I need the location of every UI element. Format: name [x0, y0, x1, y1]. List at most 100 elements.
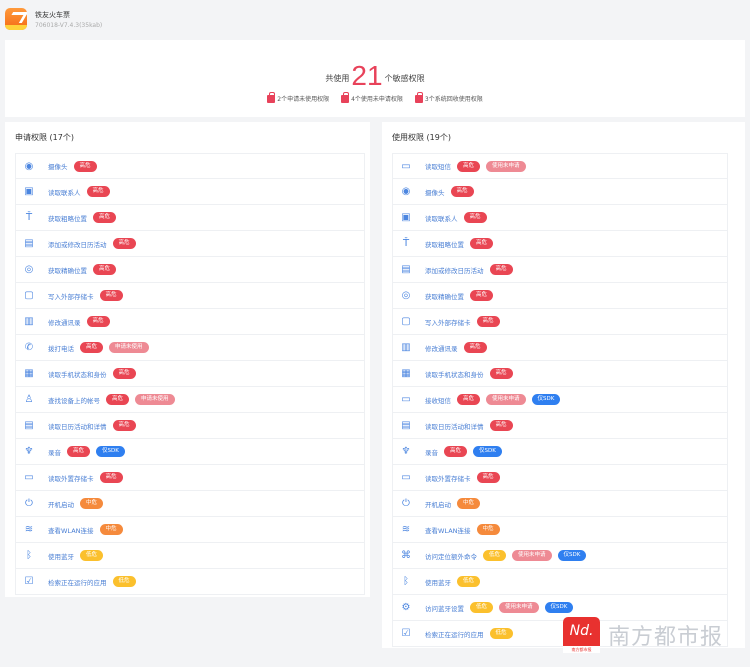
permission-row[interactable]: ⏻ 开机启动 中危 [392, 491, 728, 517]
permission-row[interactable]: ᛒ 使用蓝牙 低危 [15, 543, 365, 569]
permission-row[interactable]: ▤ 添加或修改日历活动 高危 [15, 231, 365, 257]
permission-row[interactable]: ▦ 读取手机状态和身份 高危 [392, 361, 728, 387]
lock-icon [267, 92, 276, 103]
contacts-icon: ▣ [401, 212, 411, 223]
permission-label: 检索正在运行的应用 [425, 630, 484, 639]
permission-label: 使用蓝牙 [425, 578, 451, 587]
storage-icon: ▭ [24, 472, 34, 483]
badge-high: 高危 [112, 238, 136, 249]
summary-card: 共使用21 个敏感权限 2个申请未使用权限 4个使用未申请权限 3个系统回收使用权… [5, 40, 745, 117]
permission-row[interactable]: ≋ 查看WLAN连接 中危 [392, 517, 728, 543]
badge-mid: 中危 [80, 498, 104, 509]
badge-high: 高危 [67, 446, 91, 457]
permission-row[interactable]: ◉ 摄像头 高危 [15, 153, 365, 179]
badge-pink: 申请未使用 [135, 394, 175, 405]
badge-high: 高危 [99, 290, 123, 301]
badge-high: 高危 [489, 264, 513, 275]
wifi-icon: ≋ [401, 524, 411, 535]
permission-row[interactable]: ▢ 写入外部存储卡 高危 [15, 283, 365, 309]
permission-row[interactable]: ▥ 修改通讯录 高危 [15, 309, 365, 335]
permission-label: 读取日历活动和详情 [48, 422, 107, 431]
badge-low: 低危 [489, 628, 513, 639]
task-icon: ☑ [401, 628, 411, 639]
permission-label: 查看WLAN连接 [425, 526, 471, 535]
permission-row[interactable]: ✆ 拨打电话 高危 申请未使用 [15, 335, 365, 361]
permission-label: 查找设备上的帐号 [48, 396, 100, 405]
badge-high: 高危 [112, 420, 136, 431]
permission-row[interactable]: ≋ 查看WLAN连接 中危 [15, 517, 365, 543]
storage-write-icon: ▢ [24, 290, 34, 301]
permission-row[interactable]: ▤ 读取日历活动和详情 高危 [392, 413, 728, 439]
permission-row[interactable]: ◉ 摄像头 高危 [392, 179, 728, 205]
permission-label: 访问蓝牙设置 [425, 604, 464, 613]
permission-row[interactable]: ▭ 接收短信 高危 使用未申请 仅SDK [392, 387, 728, 413]
permission-label: 录音 [48, 448, 61, 457]
lock-icon [341, 92, 350, 103]
permission-row[interactable]: ▭ 读取外置存储卡 高危 [15, 465, 365, 491]
permission-row[interactable]: Ť 获取粗略位置 高危 [392, 231, 728, 257]
lock-icon [414, 92, 423, 103]
panel-title: 使用权限 (19个) [392, 133, 451, 142]
permission-label: 写入外部存储卡 [48, 292, 94, 301]
permission-row[interactable]: ♆ 录音 高危 仅SDK [15, 439, 365, 465]
wifi-icon: ≋ [24, 524, 34, 535]
permission-row[interactable]: Ť 获取粗略位置 高危 [15, 205, 365, 231]
permission-row[interactable]: ▭ 读取外置存储卡 高危 [392, 465, 728, 491]
storage-icon: ▭ [401, 472, 411, 483]
used-permissions-panel: 使用权限 (19个) ▭ 读取短信 高危 使用未申请 ◉ 摄像头 高危 ▣ 读取联系人高危 Ť 获取… [382, 122, 745, 648]
badge-high: 高危 [93, 212, 117, 223]
permission-row[interactable]: ▥ 修改通讯录 高危 [392, 335, 728, 361]
watermark-logo: Nd. 南方都市报 [563, 617, 600, 653]
permission-label: 添加或修改日历活动 [48, 240, 107, 249]
permission-label: 开机启动 [48, 500, 74, 509]
permission-row[interactable]: ▦ 读取手机状态和身份 高危 [15, 361, 365, 387]
permission-row[interactable]: ▢ 写入外部存储卡 高危 [392, 309, 728, 335]
permission-label: 获取粗略位置 [425, 240, 464, 249]
total-suffix: 个敏感权限 [384, 74, 425, 83]
badge-blue: 仅SDK [544, 602, 574, 613]
app-version: 706018-V7.4.3(35kab) [35, 21, 103, 29]
phone-state-icon: ▦ [24, 368, 34, 379]
badge-high: 高危 [80, 342, 104, 353]
badge-mid: 中危 [476, 524, 500, 535]
stat-unrequested: 4个使用未申请权限 [341, 92, 403, 103]
calendar-edit-icon: ▤ [401, 264, 411, 275]
permission-row[interactable]: ♙ 查找设备上的帐号 高危 申请未使用 [15, 387, 365, 413]
permission-row[interactable]: ◎ 获取精确位置 高危 [15, 257, 365, 283]
permission-label: 获取精确位置 [48, 266, 87, 275]
app-logo-icon [5, 8, 27, 30]
camera-icon: ◉ [401, 186, 411, 197]
badge-high: 高危 [86, 186, 110, 197]
stat-system: 3个系统回收使用权限 [414, 92, 483, 103]
badge-blue: 仅SDK [96, 446, 125, 457]
permission-label: 读取手机状态和身份 [48, 370, 107, 379]
watermark: Nd. 南方都市报 南方都市报 [563, 617, 723, 653]
badge-mid: 中危 [99, 524, 123, 535]
permission-label: 检索正在运行的应用 [48, 578, 107, 587]
permission-row[interactable]: ▤ 添加或修改日历活动 高危 [392, 257, 728, 283]
permission-row[interactable]: ▣ 读取联系人 高危 [392, 205, 728, 231]
permission-label: 获取粗略位置 [48, 214, 87, 223]
permission-row[interactable]: ◎ 获取精确位置 高危 [392, 283, 728, 309]
permission-label: 添加或修改日历活动 [425, 266, 484, 275]
permission-label: 读取联系人 [425, 214, 458, 223]
permission-row[interactable]: ᛒ 使用蓝牙 低危 [392, 569, 728, 595]
permission-row[interactable]: ♆ 录音 高危 仅SDK [392, 439, 728, 465]
permission-row[interactable]: ▭ 读取短信 高危 使用未申请 [392, 153, 728, 179]
permission-row[interactable]: ▤ 读取日历活动和详情 高危 [15, 413, 365, 439]
badge-high: 高危 [73, 160, 97, 172]
badge-pink: 使用未申请 [512, 550, 552, 561]
permission-row[interactable]: ⏻ 开机启动 中危 [15, 491, 365, 517]
permission-row[interactable]: ⌘ 访问定位额外命令 低危 使用未申请 仅SDK [392, 543, 728, 569]
permission-label: 获取精确位置 [425, 292, 464, 301]
permission-label: 摄像头 [48, 163, 68, 171]
permission-label: 读取联系人 [48, 188, 81, 197]
location-icon: ◎ [24, 264, 34, 275]
camera-icon: ◉ [24, 160, 34, 172]
permission-row[interactable]: ☑ 检索正在运行的应用 低危 [15, 569, 365, 595]
badge-mid: 中危 [457, 498, 481, 509]
permission-label: 接收短信 [425, 396, 451, 405]
badge-high: 高危 [444, 446, 468, 457]
permission-row[interactable]: ▣ 读取联系人 高危 [15, 179, 365, 205]
permission-label: 访问定位额外命令 [425, 552, 477, 561]
